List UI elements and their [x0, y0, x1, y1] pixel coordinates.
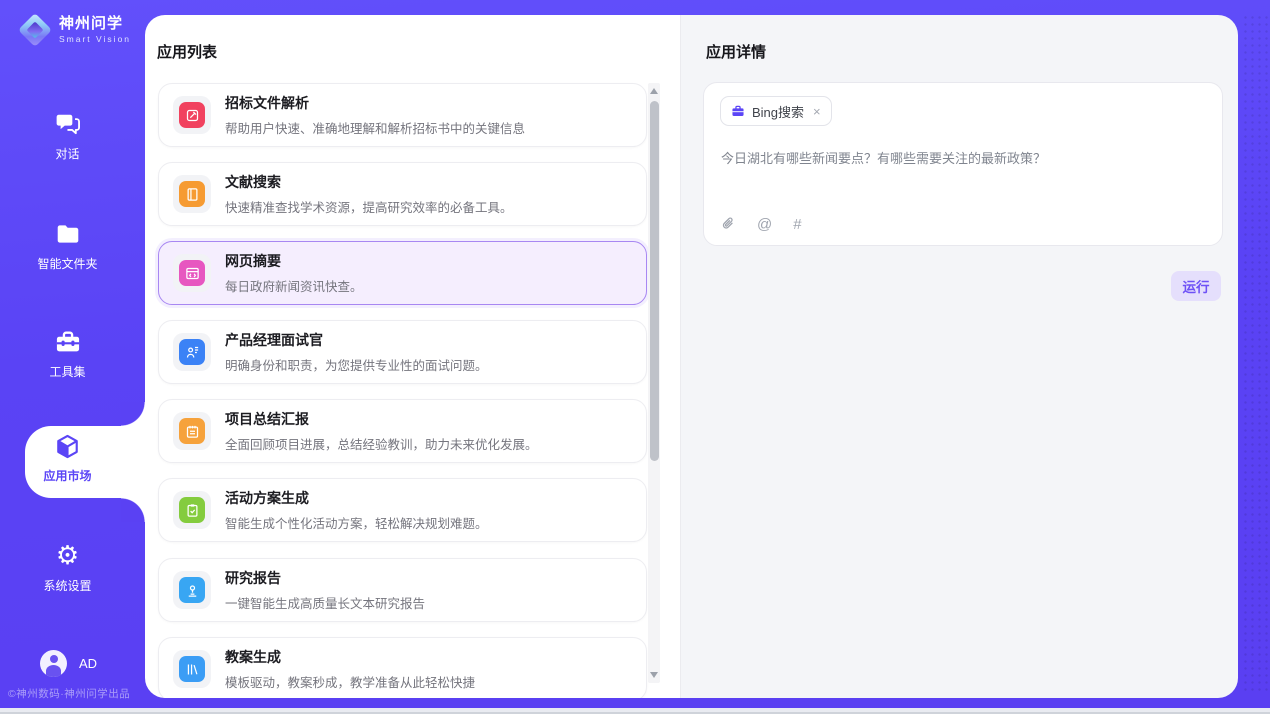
app-tile [173, 571, 211, 609]
brand-subtitle: Smart Vision [59, 35, 131, 44]
app-card-pm-interviewer[interactable]: 产品经理面试官 明确身份和职责，为您提供专业性的面试问题。 [158, 320, 647, 384]
sidebar-item-label: 系统设置 [0, 577, 135, 594]
app-list-panel: 应用列表 招标文件解析 帮助用户快速、准确地理解和解析招标书中的关键信息 文献搜… [145, 15, 680, 698]
app-card-research-report[interactable]: 研究报告 一键智能生成高质量长文本研究报告 [158, 558, 647, 622]
sidebar-item-chat[interactable]: 对话 [0, 110, 135, 162]
app-description: 模板驱动，教案秒成，教学准备从此轻松快捷 [225, 672, 475, 691]
tool-tag-label: Bing搜索 [752, 102, 804, 121]
app-detail-title: 应用详情 [706, 41, 766, 62]
sidebar-item-label: 工具集 [0, 363, 135, 380]
gear-icon: ⚙ [0, 542, 135, 570]
frame-dot-texture [1242, 14, 1268, 694]
user-initials: AD [79, 656, 97, 671]
brand-logo: 神州问学 Smart Vision [20, 15, 131, 45]
prompt-input[interactable]: 今日湖北有哪些新闻要点？有哪些需要关注的最新政策？ [721, 149, 1201, 169]
app-name: 教案生成 [225, 647, 475, 667]
app-tile [173, 254, 211, 292]
app-tile [173, 333, 211, 371]
tool-tag-bing-search[interactable]: Bing搜索 × [720, 96, 832, 126]
app-card-web-summary[interactable]: 网页摘要 每日政府新闻资讯快查。 [158, 241, 647, 305]
app-name: 活动方案生成 [225, 488, 488, 508]
app-name: 网页摘要 [225, 251, 363, 271]
app-name: 项目总结汇报 [225, 409, 538, 429]
app-detail-panel: 应用详情 Bing搜索 × 今日湖北有哪些新闻要点？有哪些需要关注的最新政策？ … [680, 15, 1238, 698]
cube-icon [0, 432, 135, 460]
app-description: 全面回顾项目进展，总结经验教训，助力未来优化发展。 [225, 434, 538, 453]
app-name: 文献搜索 [225, 172, 513, 192]
app-tile [173, 491, 211, 529]
copyright-footer: ©神州数码·神州问学出品 [8, 686, 130, 701]
sidebar-item-smart-folder[interactable]: 智能文件夹 [0, 220, 135, 272]
app-card-literature-search[interactable]: 文献搜索 快速精准查找学术资源，提高研究效率的必备工具。 [158, 162, 647, 226]
app-window-frame: 神州问学 Smart Vision 对话 智能文件夹 [0, 0, 1270, 708]
app-name: 研究报告 [225, 568, 425, 588]
brand-name: 神州问学 [59, 16, 131, 33]
app-tile [173, 96, 211, 134]
app-card-project-summary[interactable]: 项目总结汇报 全面回顾项目进展，总结经验教训，助力未来优化发展。 [158, 399, 647, 463]
active-nav-fillet-top [121, 402, 145, 426]
microscope-icon [179, 577, 205, 603]
app-card-lesson-plan-generator[interactable]: 教案生成 模板驱动，教案秒成，教学准备从此轻松快捷 [158, 637, 647, 698]
app-description: 快速精准查找学术资源，提高研究效率的必备工具。 [225, 197, 513, 216]
book-icon [179, 181, 205, 207]
pen-square-icon [179, 102, 205, 128]
user-account[interactable]: AD [40, 650, 97, 677]
app-card-bid-document-analysis[interactable]: 招标文件解析 帮助用户快速、准确地理解和解析招标书中的关键信息 [158, 83, 647, 147]
app-description: 明确身份和职责，为您提供专业性的面试问题。 [225, 355, 488, 374]
scroll-down-icon[interactable] [650, 672, 658, 678]
user-avatar-icon [40, 650, 67, 677]
close-icon[interactable]: × [813, 104, 821, 119]
sidebar-item-label: 智能文件夹 [0, 255, 135, 272]
prompt-toolbar: @ # [721, 216, 802, 232]
interview-icon [179, 339, 205, 365]
app-name: 招标文件解析 [225, 93, 525, 113]
app-description: 一键智能生成高质量长文本研究报告 [225, 593, 425, 612]
sidebar-item-settings[interactable]: ⚙ 系统设置 [0, 542, 135, 594]
app-description: 每日政府新闻资讯快查。 [225, 276, 363, 295]
sidebar-item-app-market[interactable]: 应用市场 [0, 432, 135, 484]
app-tile [173, 650, 211, 688]
paperclip-icon[interactable] [721, 216, 736, 232]
toolbox-icon [0, 328, 135, 356]
at-icon[interactable]: @ [757, 217, 772, 232]
app-tile [173, 175, 211, 213]
app-description: 智能生成个性化活动方案，轻松解决规划难题。 [225, 513, 488, 532]
brand-logo-icon [20, 15, 50, 45]
prompt-card[interactable]: Bing搜索 × 今日湖北有哪些新闻要点？有哪些需要关注的最新政策？ @ # [703, 82, 1223, 246]
briefcase-icon [731, 104, 745, 118]
clipboard-check-icon [179, 497, 205, 523]
run-button[interactable]: 运行 [1171, 271, 1221, 301]
notepad-icon [179, 418, 205, 444]
browser-code-icon [179, 260, 205, 286]
app-list-scrollbar[interactable] [648, 83, 660, 683]
app-description: 帮助用户快速、准确地理解和解析招标书中的关键信息 [225, 118, 525, 137]
hash-icon[interactable]: # [793, 217, 801, 232]
app-list-title: 应用列表 [157, 41, 217, 62]
sidebar-item-toolset[interactable]: 工具集 [0, 328, 135, 380]
app-tile [173, 412, 211, 450]
folder-icon [0, 220, 135, 248]
sidebar-item-label: 应用市场 [0, 467, 135, 484]
app-card-event-plan-generator[interactable]: 活动方案生成 智能生成个性化活动方案，轻松解决规划难题。 [158, 478, 647, 542]
active-nav-fillet-bottom [121, 498, 145, 522]
books-icon [179, 656, 205, 682]
sidebar-item-label: 对话 [0, 145, 135, 162]
chat-icon [0, 110, 135, 138]
scrollbar-thumb[interactable] [650, 101, 659, 461]
scroll-up-icon[interactable] [650, 88, 658, 94]
app-name: 产品经理面试官 [225, 330, 488, 350]
